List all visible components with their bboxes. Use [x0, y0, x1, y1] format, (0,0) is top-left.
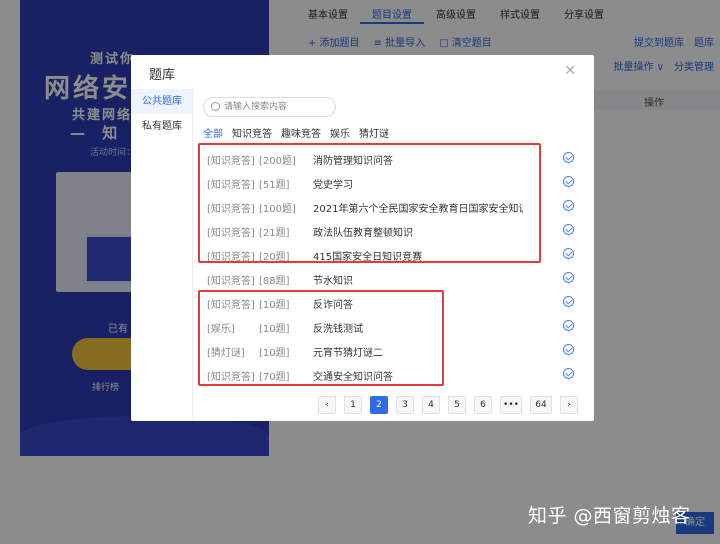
list-item[interactable]: [知识竞答] [100题] 2021年第六个全民国家安全教育日国家安全知识... — [203, 194, 588, 218]
category-filters: 全部 知识竞答 趣味竞答 娱乐 猜灯谜 — [203, 125, 389, 140]
item-category: [知识竞答] — [207, 180, 255, 191]
item-name: 2021年第六个全民国家安全教育日国家安全知识... — [313, 204, 523, 215]
list-item[interactable]: [知识竞答] [21题] 政法队伍教育整顿知识 — [203, 218, 588, 242]
question-bank-list: [知识竞答] [200题] 消防管理知识问答 [知识竞答] [51题] 党史学习 [知识… — [203, 146, 588, 386]
list-item[interactable]: [知识竞答] [88题] 节水知识 — [203, 266, 588, 290]
check-circle-icon[interactable] — [563, 320, 574, 331]
item-category: [知识竞答] — [207, 228, 255, 239]
list-item[interactable]: [知识竞答] [20题] 415国家安全日知识竞赛 — [203, 242, 588, 266]
item-category: [知识竞答] — [207, 372, 255, 383]
check-circle-icon[interactable] — [563, 296, 574, 307]
search-input[interactable] — [224, 100, 332, 114]
sidebar-item-private-bank[interactable]: 私有题库 — [131, 114, 192, 139]
item-count: [20题] — [259, 252, 290, 263]
pagination: ‹ 1 2 3 4 5 6 ••• 64 › — [318, 396, 578, 414]
list-item[interactable]: [知识竞答] [51题] 党史学习 — [203, 170, 588, 194]
check-circle-icon[interactable] — [563, 152, 574, 163]
item-name: 党史学习 — [313, 180, 353, 191]
page-button[interactable]: 1 — [344, 396, 362, 414]
item-category: [知识竞答] — [207, 252, 255, 263]
item-count: [200题] — [259, 156, 296, 167]
check-circle-icon[interactable] — [563, 368, 574, 379]
check-circle-icon[interactable] — [563, 344, 574, 355]
filter-fun-quiz[interactable]: 趣味竞答 — [281, 125, 321, 140]
sidebar-item-public-bank[interactable]: 公共题库 — [131, 89, 192, 114]
close-icon[interactable]: ✕ — [564, 63, 576, 79]
list-item[interactable]: [娱乐] [10题] 反洗钱测试 — [203, 314, 588, 338]
page-button[interactable]: 4 — [422, 396, 440, 414]
item-name: 反洗钱测试 — [313, 324, 363, 335]
search-box — [203, 97, 336, 117]
search-icon — [211, 102, 220, 111]
item-category: [猜灯谜] — [207, 348, 245, 359]
check-circle-icon[interactable] — [563, 176, 574, 187]
item-name: 交通安全知识问答 — [313, 372, 393, 383]
list-item[interactable]: [猜灯谜] [10题] 元宵节猜灯谜二 — [203, 338, 588, 362]
item-name: 元宵节猜灯谜二 — [313, 348, 383, 359]
item-category: [知识竞答] — [207, 276, 255, 287]
item-count: [21题] — [259, 228, 290, 239]
question-bank-dialog: 题库 ✕ 公共题库 私有题库 全部 知识竞答 趣味竞答 娱乐 猜灯谜 [知识竞答… — [131, 55, 594, 421]
check-circle-icon[interactable] — [563, 248, 574, 259]
page-button[interactable]: 5 — [448, 396, 466, 414]
item-name: 节水知识 — [313, 276, 353, 287]
item-category: [知识竞答] — [207, 204, 255, 215]
item-category: [知识竞答] — [207, 156, 255, 167]
prev-page-button[interactable]: ‹ — [318, 396, 336, 414]
item-count: [70题] — [259, 372, 290, 383]
page-ellipsis[interactable]: ••• — [500, 396, 522, 414]
page-button-last[interactable]: 64 — [530, 396, 552, 414]
check-circle-icon[interactable] — [563, 272, 574, 283]
dialog-title: 题库 — [149, 68, 176, 83]
filter-all[interactable]: 全部 — [203, 125, 223, 140]
next-page-button[interactable]: › — [560, 396, 578, 414]
item-category: [知识竞答] — [207, 300, 255, 311]
filter-lantern-riddles[interactable]: 猜灯谜 — [359, 125, 389, 140]
page-button-current[interactable]: 2 — [370, 396, 388, 414]
item-name: 政法队伍教育整顿知识 — [313, 228, 413, 239]
list-item[interactable]: [知识竞答] [10题] 反诈问答 — [203, 290, 588, 314]
filter-entertainment[interactable]: 娱乐 — [330, 125, 350, 140]
list-item[interactable]: [知识竞答] [200题] 消防管理知识问答 — [203, 146, 588, 170]
page-button[interactable]: 6 — [474, 396, 492, 414]
item-count: [100题] — [259, 204, 296, 215]
item-count: [10题] — [259, 348, 290, 359]
item-count: [10题] — [259, 300, 290, 311]
item-category: [娱乐] — [207, 324, 235, 335]
item-name: 反诈问答 — [313, 300, 353, 311]
page-button[interactable]: 3 — [396, 396, 414, 414]
item-count: [51题] — [259, 180, 290, 191]
bank-type-sidebar: 公共题库 私有题库 — [131, 89, 193, 421]
item-count: [10题] — [259, 324, 290, 335]
watermark: 知乎 @西窗剪烛客 — [528, 505, 691, 527]
filter-knowledge-quiz[interactable]: 知识竞答 — [232, 125, 272, 140]
item-count: [88题] — [259, 276, 290, 287]
list-item[interactable]: [知识竞答] [70题] 交通安全知识问答 — [203, 362, 588, 386]
item-name: 415国家安全日知识竞赛 — [313, 252, 423, 263]
check-circle-icon[interactable] — [563, 224, 574, 235]
item-name: 消防管理知识问答 — [313, 156, 393, 167]
check-circle-icon[interactable] — [563, 200, 574, 211]
